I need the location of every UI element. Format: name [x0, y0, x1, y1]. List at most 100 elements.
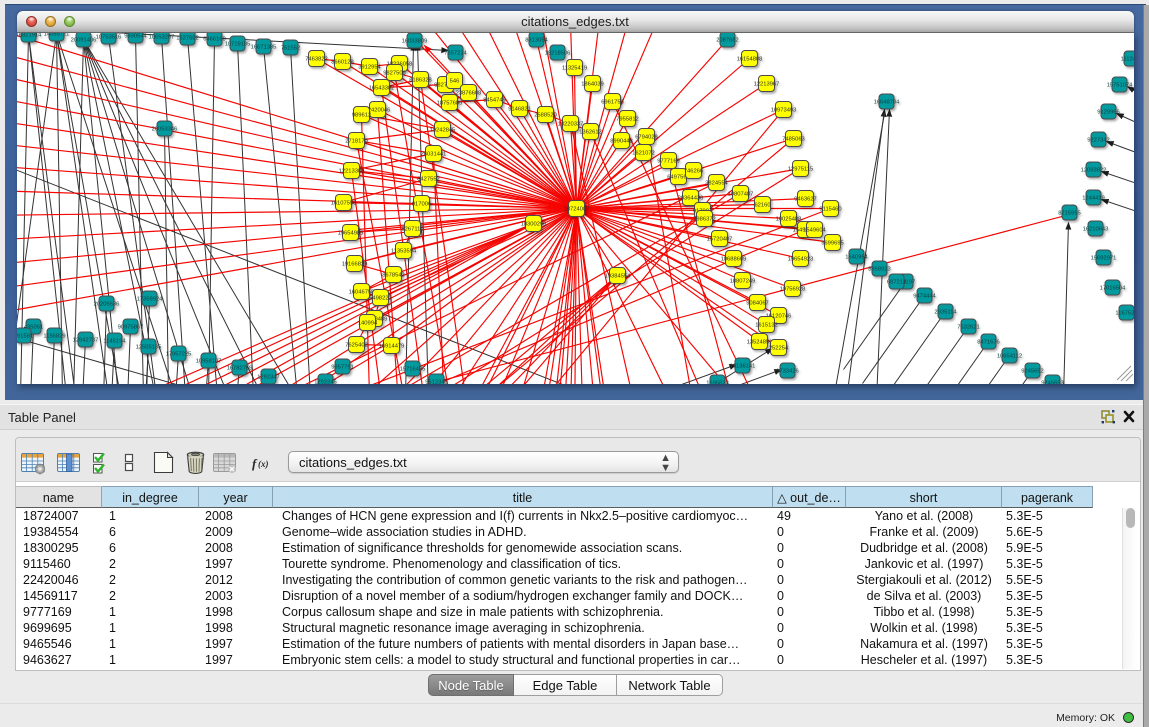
svg-text:7986372: 7986372 [693, 216, 716, 222]
svg-text:26031441: 26031441 [420, 151, 446, 157]
svg-text:8471676: 8471676 [977, 339, 1000, 345]
svg-text:14055721: 14055721 [43, 33, 69, 38]
svg-text:9857791: 9857791 [331, 364, 354, 370]
svg-text:16543382: 16543382 [368, 85, 394, 91]
svg-text:9245653: 9245653 [1041, 380, 1064, 383]
svg-text:9245652: 9245652 [1021, 368, 1044, 374]
svg-text:1527602: 1527602 [176, 35, 199, 41]
svg-text:746266: 746266 [683, 168, 702, 174]
svg-text:18724007: 18724007 [563, 206, 589, 212]
svg-text:16210643: 16210643 [1082, 226, 1108, 232]
svg-text:9227342: 9227342 [1087, 137, 1110, 143]
svg-text:917006: 917006 [411, 201, 430, 207]
svg-text:12942737: 12942737 [72, 337, 98, 343]
svg-text:90975867: 90975867 [117, 324, 143, 330]
svg-text:62160: 62160 [754, 202, 770, 208]
svg-text:2588520: 2588520 [534, 112, 557, 118]
svg-text:15720407: 15720407 [706, 236, 732, 242]
svg-text:19218506: 19218506 [544, 50, 570, 56]
svg-text:7357224: 7357224 [444, 50, 467, 56]
svg-text:6466160: 6466160 [203, 36, 226, 42]
svg-text:1244419: 1244419 [1082, 195, 1105, 201]
svg-text:7463822: 7463822 [305, 56, 328, 62]
svg-text:12975115: 12975115 [787, 166, 812, 172]
svg-text:18757685: 18757685 [436, 100, 462, 106]
svg-text:1156829: 1156829 [43, 333, 65, 339]
svg-text:1621072: 1621072 [632, 150, 655, 156]
svg-text:8267110: 8267110 [401, 226, 423, 232]
svg-text:1615132: 1615132 [755, 322, 778, 328]
svg-text:5498222: 5498222 [369, 295, 392, 301]
svg-text:1292346: 1292346 [314, 379, 337, 383]
svg-text:1695823: 1695823 [706, 380, 729, 383]
svg-text:16914479: 16914479 [378, 343, 404, 349]
svg-text:10973493: 10973493 [770, 107, 796, 113]
svg-text:7485063: 7485063 [782, 136, 805, 142]
svg-text:9474444: 9474444 [913, 293, 936, 299]
svg-text:10753516: 10753516 [95, 34, 121, 40]
svg-text:16782759: 16782759 [226, 365, 252, 371]
svg-text:8958923: 8958923 [868, 266, 891, 272]
svg-text:15692971: 15692971 [1090, 255, 1116, 261]
svg-text:3824554: 3824554 [705, 180, 728, 186]
svg-text:17016504: 17016504 [1099, 285, 1126, 291]
svg-text:9699695: 9699695 [821, 240, 844, 246]
svg-text:16154808: 16154808 [736, 56, 762, 62]
svg-text:18220337: 18220337 [557, 121, 583, 127]
svg-text:11353594: 11353594 [390, 248, 416, 254]
svg-text:17957225: 17957225 [165, 351, 191, 357]
svg-text:12213389: 12213389 [338, 168, 364, 174]
svg-text:9777169: 9777169 [657, 158, 680, 164]
svg-text:20364436: 20364436 [677, 195, 703, 201]
svg-text:252254: 252254 [768, 345, 788, 351]
svg-text:1145194: 1145194 [103, 338, 126, 344]
svg-text:19384554: 19384554 [604, 273, 631, 279]
svg-text:1864039: 1864039 [581, 81, 604, 87]
svg-text:7625402: 7625402 [345, 342, 368, 348]
svg-text:10654112: 10654112 [996, 353, 1021, 359]
svg-text:20091406: 20091406 [70, 37, 96, 43]
svg-text:16671385: 16671385 [250, 44, 276, 50]
svg-text:140994: 140994 [357, 320, 377, 326]
svg-text:8678542: 8678542 [382, 272, 405, 278]
svg-text:7955812: 7955812 [616, 116, 639, 122]
svg-text:9129966: 9129966 [1097, 109, 1120, 115]
svg-text:9827506: 9827506 [383, 70, 406, 76]
svg-text:8813054: 8813054 [525, 37, 548, 43]
svg-text:1549604: 1549604 [803, 227, 826, 233]
svg-text:16821914: 16821914 [17, 33, 42, 39]
svg-text:23876608: 23876608 [455, 90, 481, 96]
svg-text:8454749: 8454749 [483, 97, 506, 103]
svg-text:2718170: 2718170 [345, 138, 368, 144]
svg-text:9890544: 9890544 [124, 33, 147, 39]
svg-text:1112480: 1112480 [1120, 56, 1133, 62]
svg-text:2087682: 2087682 [716, 37, 739, 43]
svg-text:1640954: 1640954 [845, 254, 868, 260]
svg-text:687213: 687213 [886, 279, 905, 285]
svg-text:6794028: 6794028 [635, 134, 658, 140]
svg-text:18807249: 18807249 [729, 278, 755, 284]
svg-text:9612345: 9612345 [425, 379, 448, 383]
svg-text:1167534: 1167534 [1115, 310, 1134, 316]
svg-text:16648784: 16648784 [873, 99, 900, 105]
svg-text:19654985: 19654985 [337, 230, 363, 236]
svg-text:15751074: 15751074 [1106, 82, 1133, 88]
svg-text:12505135: 12505135 [135, 344, 161, 350]
svg-text:1733426: 1733426 [776, 368, 799, 374]
svg-text:19654923: 19654923 [787, 256, 813, 262]
svg-text:8186328: 8186328 [409, 77, 432, 83]
svg-text:16033809: 16033809 [401, 38, 427, 44]
svg-text:17359924: 17359924 [136, 296, 163, 302]
svg-text:9115460: 9115460 [819, 206, 841, 212]
svg-text:989612: 989612 [351, 112, 370, 118]
svg-text:8990448: 8990448 [610, 138, 633, 144]
svg-text:9084067: 9084067 [746, 300, 769, 306]
svg-text:10025488: 10025488 [775, 216, 801, 222]
svg-text:8427552: 8427552 [417, 176, 440, 182]
svg-text:10688609: 10688609 [720, 256, 746, 262]
svg-text:2935114: 2935114 [934, 309, 957, 315]
svg-text:15716485: 15716485 [399, 366, 425, 372]
svg-text:6961758: 6961758 [601, 99, 624, 105]
svg-text:3912954: 3912954 [358, 64, 381, 70]
svg-text:20206536: 20206536 [93, 301, 119, 307]
